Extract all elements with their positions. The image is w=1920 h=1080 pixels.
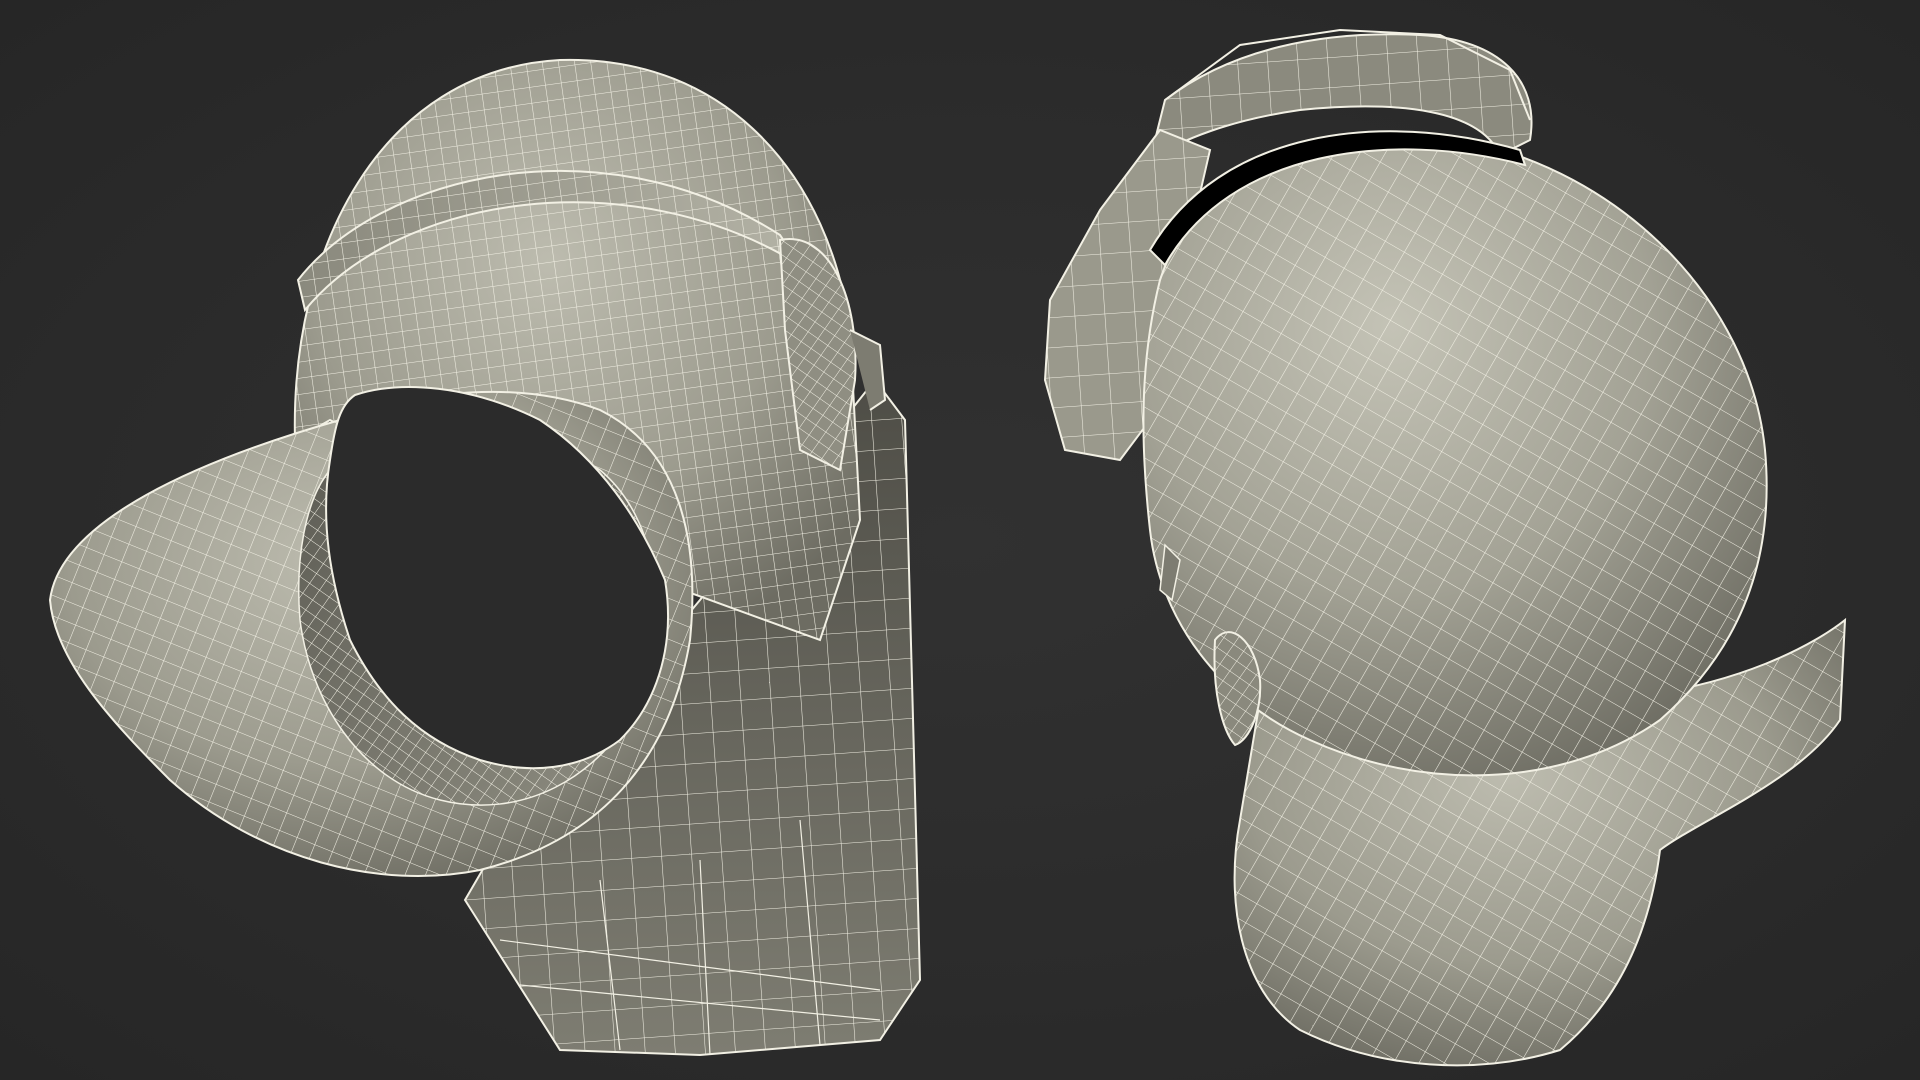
face-opening-flare	[48, 386, 694, 877]
render-viewport	[0, 0, 1920, 1080]
render-scene	[48, 28, 1847, 1067]
helmet-rear-wireframe-view	[1043, 28, 1847, 1067]
helmet-front-wireframe-view	[48, 58, 922, 1057]
